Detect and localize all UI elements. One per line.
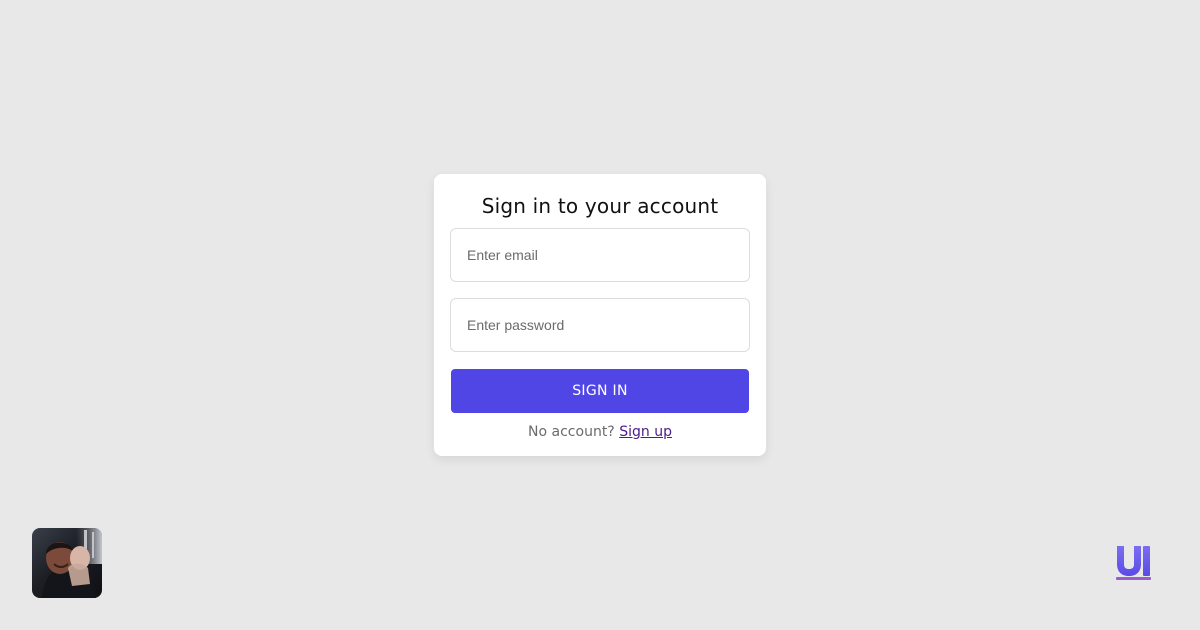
user-photo-icon	[32, 528, 102, 598]
signup-prompt: No account? Sign up	[450, 422, 750, 442]
page-title: Sign in to your account	[481, 194, 719, 218]
ui-logo-svg	[1116, 546, 1151, 580]
sign-in-button[interactable]: SIGN IN	[451, 369, 749, 413]
no-account-text: No account?	[528, 424, 615, 440]
password-field[interactable]	[450, 298, 750, 352]
sign-up-link[interactable]: Sign up	[619, 424, 672, 440]
sign-in-card: Sign in to your account SIGN IN No accou…	[434, 174, 766, 456]
email-field[interactable]	[450, 228, 750, 282]
avatar[interactable]	[32, 528, 102, 598]
ui-logo-icon[interactable]	[1114, 544, 1152, 582]
